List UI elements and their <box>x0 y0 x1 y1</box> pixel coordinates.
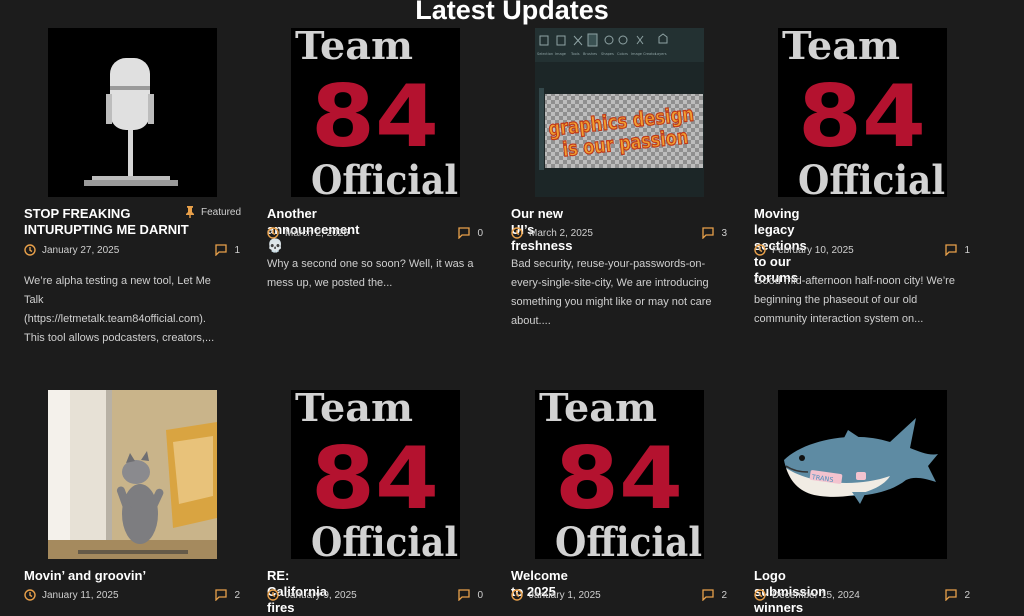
post-meta: January 11, 2025 2 <box>24 589 240 601</box>
svg-text:Image: Image <box>555 52 566 56</box>
svg-text:Layers: Layers <box>655 52 667 56</box>
clock-icon <box>511 589 523 601</box>
svg-text:Shapes: Shapes <box>601 52 614 56</box>
post-meta: February 10, 2025 1 <box>754 244 970 256</box>
post-meta: March 2, 2025 0 <box>267 227 483 239</box>
clock-icon <box>24 244 36 256</box>
shark-plush-image: TRANS <box>778 390 947 559</box>
post-excerpt: Why a second one so soon? Well, it was a… <box>267 258 474 289</box>
post-title[interactable]: STOP FREAKING INTURUPTING ME DARNIT <box>24 206 189 238</box>
svg-text:Image Creator: Image Creator <box>631 52 657 56</box>
post-date: January 27, 2025 <box>42 244 120 256</box>
post-excerpt: We’re alpha testing a new tool, Let Me T… <box>24 275 215 344</box>
team84-logo <box>291 390 460 559</box>
comment-icon <box>215 589 228 601</box>
post-excerpt: Good mid-afternoon half-noon city! We’re… <box>754 275 955 325</box>
post-thumbnail[interactable] <box>535 390 704 559</box>
featured-badge: Featured <box>185 206 241 218</box>
comment-count[interactable]: 3 <box>702 227 727 239</box>
comment-icon <box>702 227 715 239</box>
post-date: March 2, 2025 <box>529 227 593 239</box>
post-date: March 2, 2025 <box>285 227 349 239</box>
post-thumbnail[interactable] <box>48 390 217 559</box>
post-thumbnail[interactable] <box>48 28 217 197</box>
post-date: January 11, 2025 <box>42 589 119 601</box>
comment-count[interactable]: 2 <box>215 589 240 601</box>
svg-text:Tools: Tools <box>570 52 580 56</box>
post-date: January 1, 2025 <box>529 589 601 601</box>
svg-text:Colors: Colors <box>617 52 628 56</box>
comment-icon <box>458 227 471 239</box>
comment-icon <box>945 244 958 256</box>
comment-icon <box>945 589 958 601</box>
post-date: February 10, 2025 <box>772 244 854 256</box>
team84-logo <box>291 28 460 197</box>
team84-logo <box>535 390 704 559</box>
clock-icon <box>511 227 523 239</box>
comment-icon <box>702 589 715 601</box>
section-title: Latest Updates <box>415 0 609 25</box>
svg-text:Brushes: Brushes <box>583 52 597 56</box>
comment-icon <box>215 244 228 256</box>
post-excerpt: Bad security, reuse-your-passwords-on- e… <box>511 258 712 327</box>
comment-count[interactable]: 2 <box>945 589 970 601</box>
clock-icon <box>754 589 766 601</box>
comment-icon <box>458 589 471 601</box>
comment-count[interactable]: 1 <box>945 244 970 256</box>
clock-icon <box>267 227 279 239</box>
dancing-cat-image <box>48 390 217 559</box>
comment-count[interactable]: 1 <box>215 244 240 256</box>
post-meta: January 1, 2025 2 <box>511 589 727 601</box>
post-thumbnail[interactable] <box>291 28 460 197</box>
post-meta: December 15, 2024 2 <box>754 589 970 601</box>
post-date: January 9, 2025 <box>285 589 357 601</box>
clock-icon <box>24 589 36 601</box>
comment-count[interactable]: 0 <box>458 227 483 239</box>
clock-icon <box>754 244 766 256</box>
comment-count[interactable]: 0 <box>458 589 483 601</box>
post-thumbnail[interactable] <box>291 390 460 559</box>
pin-icon <box>186 206 194 218</box>
post-meta: January 9, 2025 0 <box>267 589 483 601</box>
post-thumbnail[interactable]: Selection Image Tools Brushes Shapes Col… <box>535 28 704 197</box>
post-meta: January 27, 2025 1 <box>24 244 240 256</box>
clock-icon <box>267 589 279 601</box>
post-meta: March 2, 2025 3 <box>511 227 727 239</box>
post-date: December 15, 2024 <box>772 589 860 601</box>
post-thumbnail[interactable]: TRANS <box>778 390 947 559</box>
post-title[interactable]: Movin’ and groovin’ <box>24 568 146 584</box>
comment-count[interactable]: 2 <box>702 589 727 601</box>
microphone-image <box>48 28 217 197</box>
editor-screenshot-image: Selection Image Tools Brushes Shapes Col… <box>535 28 704 197</box>
svg-text:Selection: Selection <box>537 52 553 56</box>
post-thumbnail[interactable] <box>778 28 947 197</box>
team84-logo <box>778 28 947 197</box>
